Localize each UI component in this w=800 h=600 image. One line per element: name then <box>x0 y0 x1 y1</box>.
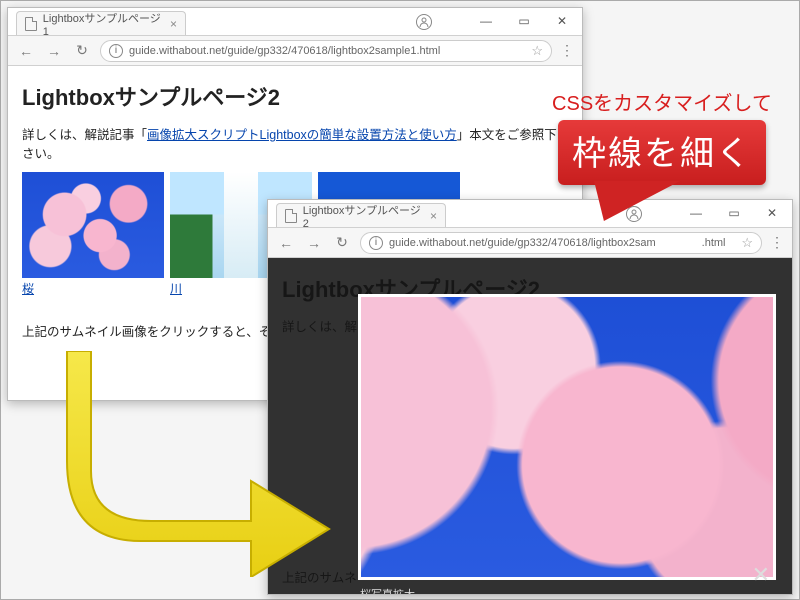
window-buttons: — ▭ ✕ <box>468 10 580 32</box>
menu-kebab-icon[interactable]: ⋮ <box>560 42 574 59</box>
browser-tab[interactable]: Lightboxサンプルページ1 × <box>16 11 186 35</box>
tab-title: Lightboxサンプルページ2 <box>303 202 424 230</box>
minimize-button[interactable]: — <box>468 10 504 32</box>
page-content: Lightboxサンプルページ2 詳しくは、解 さい。 上記のサムネ 桜写真拡大… <box>268 258 792 594</box>
tab-close-icon[interactable]: × <box>430 209 437 223</box>
intro-pre: 詳しくは、解説記事「 <box>22 128 147 142</box>
browser-tab[interactable]: Lightboxサンプルページ2 × <box>276 203 446 227</box>
tab-close-icon[interactable]: × <box>170 17 177 31</box>
forward-button[interactable]: → <box>304 235 324 251</box>
browser-window-2: Lightboxサンプルページ2 × — ▭ ✕ ← → ↻ i guide.w… <box>267 199 793 595</box>
lightbox-caption: 桜写真拡大 <box>360 586 415 595</box>
url-text: guide.withabout.net/guide/gp332/470618/l… <box>129 45 440 57</box>
titlebar: Lightboxサンプルページ1 × — ▭ ✕ <box>8 8 582 36</box>
page-icon <box>25 17 37 31</box>
address-bar: ← → ↻ i guide.withabout.net/guide/gp332/… <box>268 228 792 258</box>
lightbox-close-icon[interactable]: ✕ <box>752 562 770 588</box>
address-bar: ← → ↻ i guide.withabout.net/guide/gp332/… <box>8 36 582 66</box>
reload-button[interactable]: ↻ <box>332 234 352 251</box>
reload-button[interactable]: ↻ <box>72 42 92 59</box>
back-button[interactable]: ← <box>16 43 36 59</box>
callout-badge: 枠線を細く <box>558 120 766 185</box>
forward-button[interactable]: → <box>44 43 64 59</box>
annotation-callout: CSSをカスタマイズして 枠線を細く <box>534 87 790 185</box>
bookmark-star-icon[interactable]: ☆ <box>741 235 753 251</box>
window-buttons: — ▭ ✕ <box>678 202 790 224</box>
bookmark-star-icon[interactable]: ☆ <box>531 43 543 59</box>
page-icon <box>285 209 297 223</box>
thumbnail-item[interactable]: 桜 <box>22 172 164 297</box>
site-info-icon[interactable]: i <box>369 236 383 250</box>
tab-title: Lightboxサンプルページ1 <box>43 10 164 38</box>
back-button[interactable]: ← <box>276 235 296 251</box>
intro-text: 詳しくは、解説記事「画像拡大スクリプトLightboxの簡単な設置方法と使い方」… <box>22 124 568 162</box>
minimize-button[interactable]: — <box>678 202 714 224</box>
menu-kebab-icon[interactable]: ⋮ <box>770 234 784 251</box>
url-input[interactable]: i guide.withabout.net/guide/gp332/470618… <box>360 232 762 254</box>
callout-line1: CSSをカスタマイズして <box>534 87 790 116</box>
site-info-icon[interactable]: i <box>109 44 123 58</box>
url-input[interactable]: i guide.withabout.net/guide/gp332/470618… <box>100 40 552 62</box>
lightbox-image <box>361 297 773 577</box>
page-title: Lightboxサンプルページ2 <box>22 80 568 112</box>
maximize-button[interactable]: ▭ <box>716 202 752 224</box>
url-text-tail: .html <box>702 237 726 249</box>
profile-icon[interactable] <box>416 14 432 30</box>
titlebar: Lightboxサンプルページ2 × — ▭ ✕ <box>268 200 792 228</box>
sakura-thumbnail[interactable] <box>22 172 164 278</box>
url-text: guide.withabout.net/guide/gp332/470618/l… <box>389 237 656 249</box>
thumbnail-caption[interactable]: 桜 <box>22 278 164 297</box>
article-link[interactable]: 画像拡大スクリプトLightboxの簡単な設置方法と使い方 <box>147 128 457 142</box>
lightbox-frame <box>358 294 776 580</box>
close-button[interactable]: ✕ <box>754 202 790 224</box>
maximize-button[interactable]: ▭ <box>506 10 542 32</box>
close-button[interactable]: ✕ <box>544 10 580 32</box>
